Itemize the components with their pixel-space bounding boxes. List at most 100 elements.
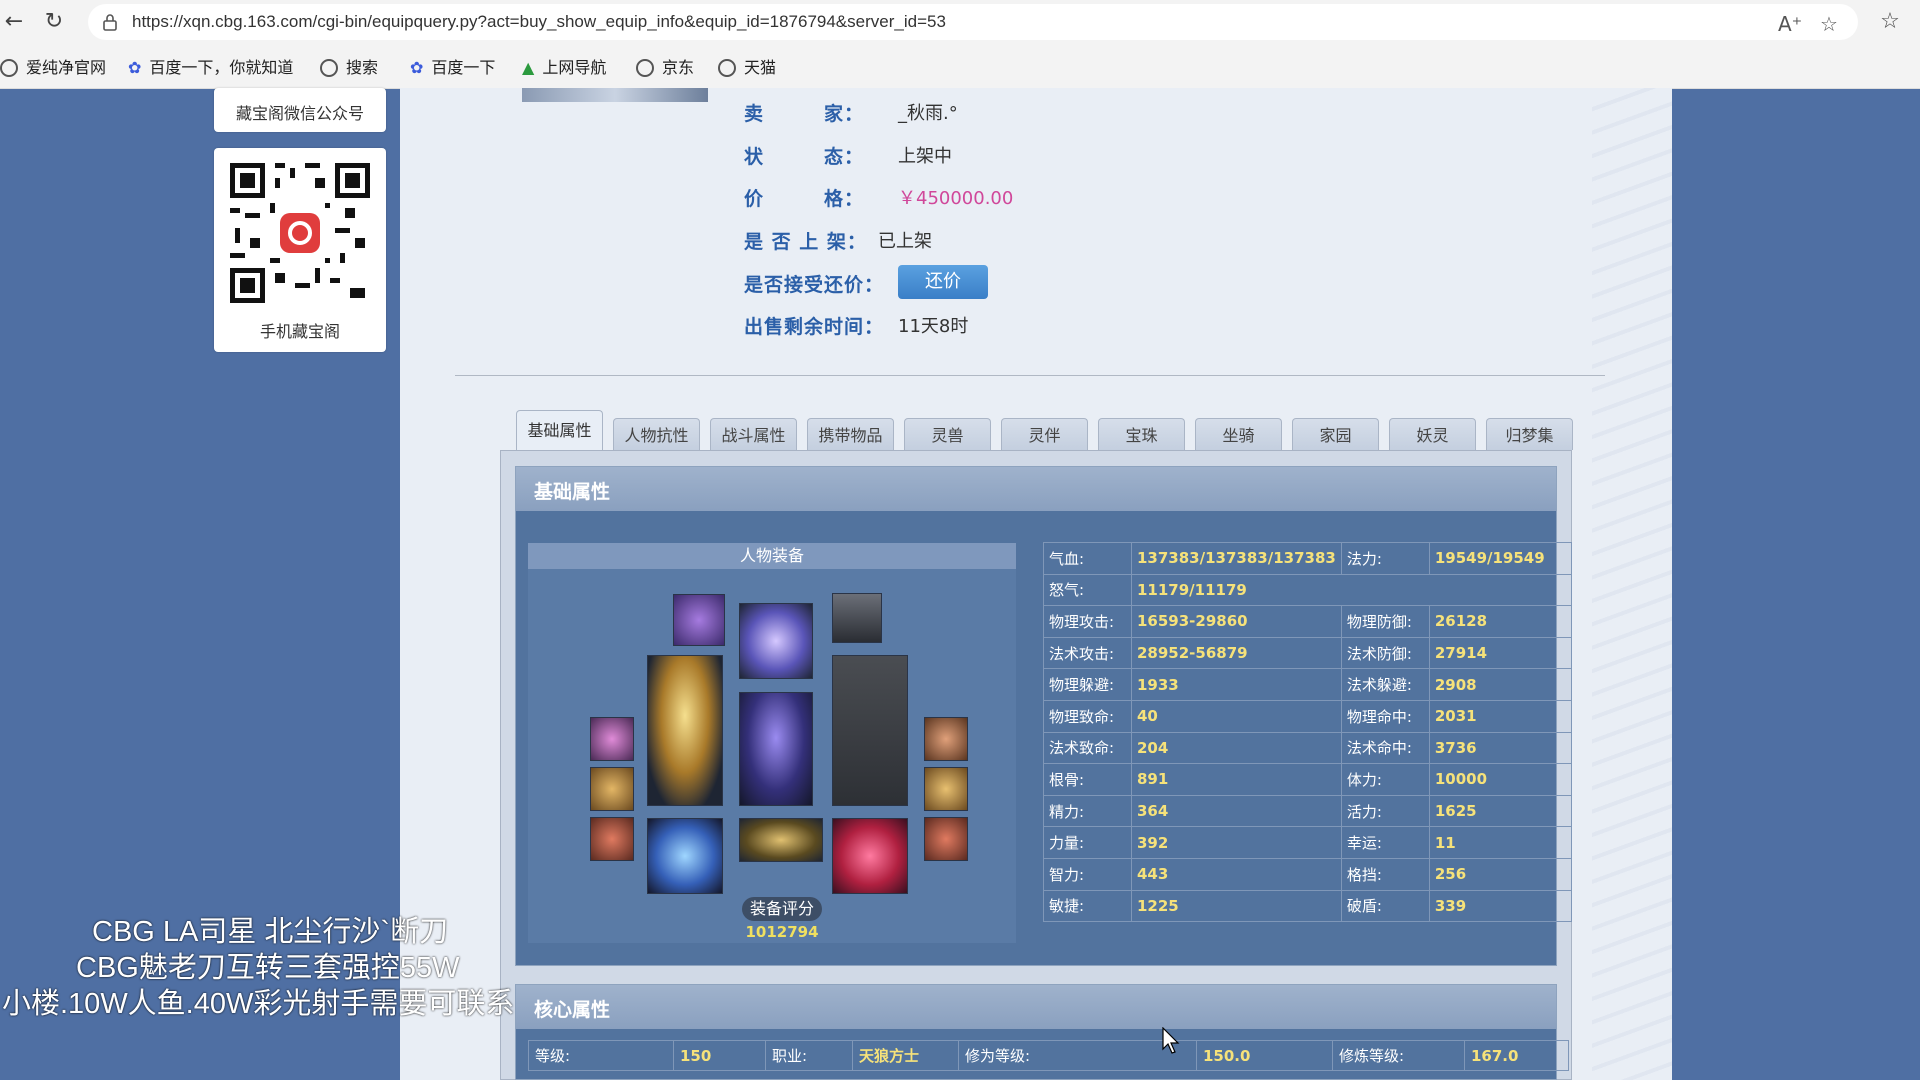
nav-site-icon: ▲ xyxy=(522,58,535,77)
core-value: 150 xyxy=(673,1040,766,1071)
panel-title: 基础属性 xyxy=(534,481,611,503)
tab-combat[interactable]: 战斗属性 xyxy=(710,418,797,450)
price-label: 价 格： xyxy=(744,188,865,210)
stat-label: 法术命中: xyxy=(1340,731,1430,765)
stat-value: 1625 xyxy=(1428,794,1572,828)
stat-value: 28952-56879 xyxy=(1131,636,1342,670)
equip-slot-ring-icon[interactable] xyxy=(590,717,634,761)
table-row: 气血: 137383/137383/137383 法力: 19549/19549 xyxy=(1043,542,1572,575)
panel-title: 核心属性 xyxy=(534,999,611,1021)
lock-icon[interactable] xyxy=(100,12,120,32)
tab-spirits[interactable]: 妖灵 xyxy=(1389,418,1476,450)
table-row: 物理躲避: 1933 法术躲避: 2908 xyxy=(1043,668,1572,701)
stat-value: 891 xyxy=(1131,763,1342,796)
stat-label: 幸运: xyxy=(1340,826,1430,859)
url-input[interactable]: https://xqn.cbg.163.com/cgi-bin/equipque… xyxy=(88,4,1858,40)
bookmark-item[interactable]: 天猫 xyxy=(718,54,776,78)
tab-resistance[interactable]: 人物抗性 xyxy=(613,418,700,450)
seller-value: _秋雨.° xyxy=(898,103,958,124)
core-label: 等级: xyxy=(528,1040,674,1071)
remaining-time-value: 11天8时 xyxy=(898,316,969,337)
stats-table: 气血: 137383/137383/137383 法力: 19549/19549… xyxy=(1043,542,1572,923)
back-arrow-icon[interactable]: ← xyxy=(0,8,28,36)
stat-value: 19549/19549 xyxy=(1428,542,1572,575)
stat-label: 根骨: xyxy=(1043,763,1132,796)
stat-label: 物理攻击: xyxy=(1043,605,1132,638)
equip-slot-ring-icon[interactable] xyxy=(924,767,968,811)
panel-header: 核心属性 xyxy=(516,985,1556,1029)
equip-slot-belt-icon[interactable] xyxy=(739,818,823,862)
stat-value: 339 xyxy=(1428,889,1572,923)
stat-label: 法术致命: xyxy=(1043,731,1132,765)
favorite-star-icon[interactable]: ☆ xyxy=(1820,12,1838,36)
bookmark-item[interactable]: 爱纯净官网 xyxy=(0,54,106,78)
bookmark-item[interactable]: ✿ 百度一下，你就知道 xyxy=(128,54,293,78)
equip-slot-helmet-icon[interactable] xyxy=(673,594,725,646)
stat-value: 11179/11179 xyxy=(1131,573,1572,607)
table-row: 智力: 443 格挡: 256 xyxy=(1043,857,1572,891)
stat-label: 敏捷: xyxy=(1043,889,1132,923)
table-row: 敏捷: 1225 破盾: 339 xyxy=(1043,889,1572,923)
equipment-score-value: 1012794 xyxy=(745,923,819,941)
stat-value: 40 xyxy=(1131,699,1342,733)
equip-slot-accessory-icon[interactable] xyxy=(832,593,882,643)
tab-pets[interactable]: 灵兽 xyxy=(904,418,991,450)
bookmark-item[interactable]: ▲ 上网导航 xyxy=(522,54,606,78)
favorites-list-icon[interactable]: ☆ xyxy=(1876,8,1904,36)
url-text: https://xqn.cbg.163.com/cgi-bin/equipque… xyxy=(132,12,946,31)
tab-orbs[interactable]: 宝珠 xyxy=(1098,418,1185,450)
stat-value: 26128 xyxy=(1428,605,1572,638)
bookmark-item[interactable]: 京东 xyxy=(636,54,694,78)
stat-label: 破盾: xyxy=(1340,889,1430,923)
table-row: 等级: 150 职业: 天狼方士 修为等级: 150.0 修炼等级: 167.0 xyxy=(528,1040,1569,1071)
stat-value: 364 xyxy=(1131,794,1342,828)
stat-value: 256 xyxy=(1428,857,1572,891)
stat-label: 物理防御: xyxy=(1340,605,1430,638)
bookmark-item[interactable]: ✿ 百度一下 xyxy=(410,54,495,78)
status-value: 上架中 xyxy=(898,146,952,167)
stat-label: 法术躲避: xyxy=(1340,668,1430,701)
stat-value: 16593-29860 xyxy=(1131,605,1342,638)
overlay-text-line3: 小楼.10W人鱼.40W彩光射手需要可联系 xyxy=(2,988,515,1020)
core-label: 修为等级: xyxy=(958,1040,1197,1071)
globe-icon xyxy=(718,59,736,77)
equip-slot-cape-icon[interactable] xyxy=(832,818,908,894)
counter-offer-button[interactable]: 还价 xyxy=(898,265,988,299)
reload-icon[interactable]: ↻ xyxy=(40,8,68,36)
mobile-label: 手机藏宝阁 xyxy=(259,322,340,341)
tab-basic-attributes[interactable]: 基础属性 xyxy=(516,410,603,450)
stat-value: 27914 xyxy=(1428,636,1572,670)
table-row: 物理攻击: 16593-29860 物理防御: 26128 xyxy=(1043,605,1572,638)
tab-partners[interactable]: 灵伴 xyxy=(1001,418,1088,450)
tab-home[interactable]: 家园 xyxy=(1292,418,1379,450)
wechat-card[interactable]: 藏宝阁微信公众号 xyxy=(214,88,386,132)
tab-dream-collection[interactable]: 归梦集 xyxy=(1486,418,1573,450)
stat-label: 格挡: xyxy=(1340,857,1430,891)
equip-slot-shoes-icon[interactable] xyxy=(647,818,723,894)
equip-slot-offhand-icon[interactable] xyxy=(832,655,908,806)
stat-value: 3736 xyxy=(1428,731,1572,765)
status-label: 状 态： xyxy=(744,146,865,168)
equip-slot-ring-icon[interactable] xyxy=(590,817,634,861)
stat-value: 1225 xyxy=(1131,889,1342,923)
core-value: 天狼方士 xyxy=(852,1040,959,1071)
table-row: 怒气: 11179/11179 xyxy=(1043,573,1572,607)
browser-address-bar: ← ↻ https://xqn.cbg.163.com/cgi-bin/equi… xyxy=(0,0,1920,44)
equip-slot-armor-icon[interactable] xyxy=(739,692,813,806)
decorative-pattern xyxy=(1592,88,1672,1080)
listed-value: 已上架 xyxy=(878,231,932,252)
equip-slot-crown-icon[interactable] xyxy=(739,603,813,679)
read-aloud-icon[interactable]: A⁺ xyxy=(1778,12,1802,36)
table-row: 根骨: 891 体力: 10000 xyxy=(1043,763,1572,796)
tab-mounts[interactable]: 坐骑 xyxy=(1195,418,1282,450)
tab-items[interactable]: 携带物品 xyxy=(807,418,894,450)
mouse-cursor-icon xyxy=(1162,1027,1180,1054)
equip-slot-ring-icon[interactable] xyxy=(924,817,968,861)
bookmark-item[interactable]: 搜索 xyxy=(320,54,378,78)
equip-slot-weapon-icon[interactable] xyxy=(647,655,723,806)
baidu-paw-icon: ✿ xyxy=(410,58,424,77)
equip-slot-ring-icon[interactable] xyxy=(924,717,968,761)
stat-label: 物理致命: xyxy=(1043,699,1132,733)
stat-label: 法力: xyxy=(1340,542,1430,575)
equip-slot-ring-icon[interactable] xyxy=(590,767,634,811)
